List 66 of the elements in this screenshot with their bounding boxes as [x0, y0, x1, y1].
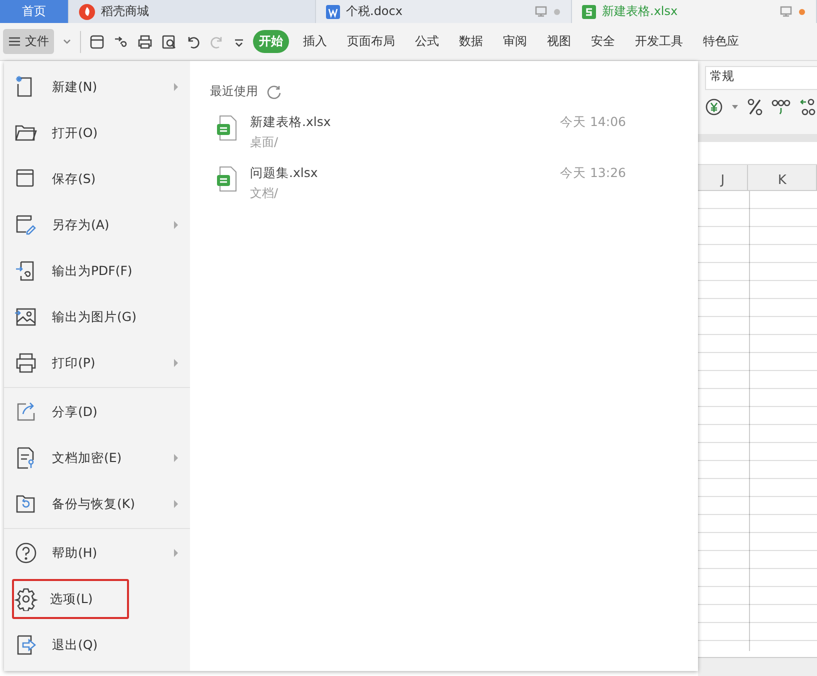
- ribbon-tab[interactable]: 安全: [585, 30, 621, 53]
- file-name[interactable]: 新建表格.xlsx: [250, 114, 548, 131]
- submenu-arrow-icon: [174, 500, 178, 508]
- flame-icon: [79, 4, 95, 20]
- ribbon-tab[interactable]: 审阅: [497, 30, 533, 53]
- file-menu-button[interactable]: 文件: [3, 29, 54, 54]
- tab[interactable]: 首页: [0, 0, 69, 23]
- save-icon: [89, 34, 105, 50]
- printer-icon: [137, 34, 153, 50]
- printer-icon: [14, 351, 38, 375]
- settings-icon: [14, 587, 38, 611]
- menu-item[interactable]: 分享(D): [4, 389, 184, 435]
- submenu-arrow-icon: [174, 359, 178, 367]
- menu-item[interactable]: 保存(S): [4, 156, 184, 202]
- ribbon-tab[interactable]: 公式: [409, 30, 445, 53]
- word-document-icon: [326, 4, 340, 18]
- file-path: 桌面/: [250, 134, 280, 151]
- help-icon: [14, 541, 38, 565]
- column-header[interactable]: K: [748, 165, 817, 190]
- menu-item[interactable]: 退出(Q): [4, 622, 184, 668]
- tab[interactable]: 个税.docx: [316, 0, 572, 23]
- spreadsheet-file-icon: [217, 116, 236, 140]
- spreadsheet-file-icon: [217, 166, 236, 192]
- menu-item[interactable]: 打开(O): [4, 110, 184, 156]
- menu-item[interactable]: 输出为PDF(F): [4, 248, 184, 294]
- spreadsheet-icon: [582, 4, 596, 18]
- menu-item[interactable]: 另存为(A): [4, 202, 184, 248]
- save-as-icon: [14, 213, 38, 237]
- file-name[interactable]: 问题集.xlsx: [250, 165, 548, 182]
- dot-icon: [553, 8, 561, 16]
- dot-icon: [798, 8, 806, 16]
- menu-item[interactable]: 输出为图片(G): [4, 294, 184, 340]
- print-preview-icon: [161, 34, 177, 50]
- refresh-icon: [266, 84, 282, 100]
- percent-icon: [747, 98, 763, 116]
- monitor-icon: [535, 6, 547, 17]
- caret-icon: [731, 104, 739, 110]
- ribbon-tab[interactable]: 视图: [541, 30, 577, 53]
- file-time: 今天 13:26: [560, 165, 626, 182]
- ribbon-tab[interactable]: 特色应: [697, 30, 745, 53]
- submenu-arrow-icon: [174, 221, 178, 229]
- menu-item[interactable]: 选项(L): [12, 579, 129, 619]
- submenu-arrow-icon: [174, 83, 178, 91]
- menu-item[interactable]: 文档加密(E): [4, 435, 184, 481]
- currency-icon: [705, 98, 723, 116]
- monitor-icon: [780, 6, 792, 17]
- file-time: 今天 14:06: [560, 114, 626, 131]
- ribbon-tab[interactable]: 插入: [297, 30, 333, 53]
- section-title: 最近使用: [210, 83, 258, 100]
- menu-item[interactable]: 新建(N): [4, 64, 184, 110]
- thousands-separator-icon: [771, 98, 791, 116]
- file-path: 文档/: [250, 185, 280, 202]
- ribbon-tab[interactable]: 开发工具: [629, 30, 689, 53]
- menu-item[interactable]: 打印(P): [4, 340, 184, 386]
- cell-grid[interactable]: [698, 191, 817, 651]
- increase-decimal-icon: [799, 98, 817, 116]
- menu-item[interactable]: 帮助(H): [4, 530, 184, 576]
- ribbon-tab[interactable]: 页面布局: [341, 30, 401, 53]
- menu-icon: [8, 36, 21, 47]
- submenu-arrow-icon: [174, 549, 178, 557]
- ribbon-tab[interactable]: 数据: [453, 30, 489, 53]
- submenu-arrow-icon: [174, 454, 178, 462]
- caret-icon: [62, 38, 72, 46]
- export-icon: [113, 34, 129, 50]
- number-format-field[interactable]: 常规: [705, 66, 817, 90]
- menu-item[interactable]: 备份与恢复(K): [4, 481, 184, 527]
